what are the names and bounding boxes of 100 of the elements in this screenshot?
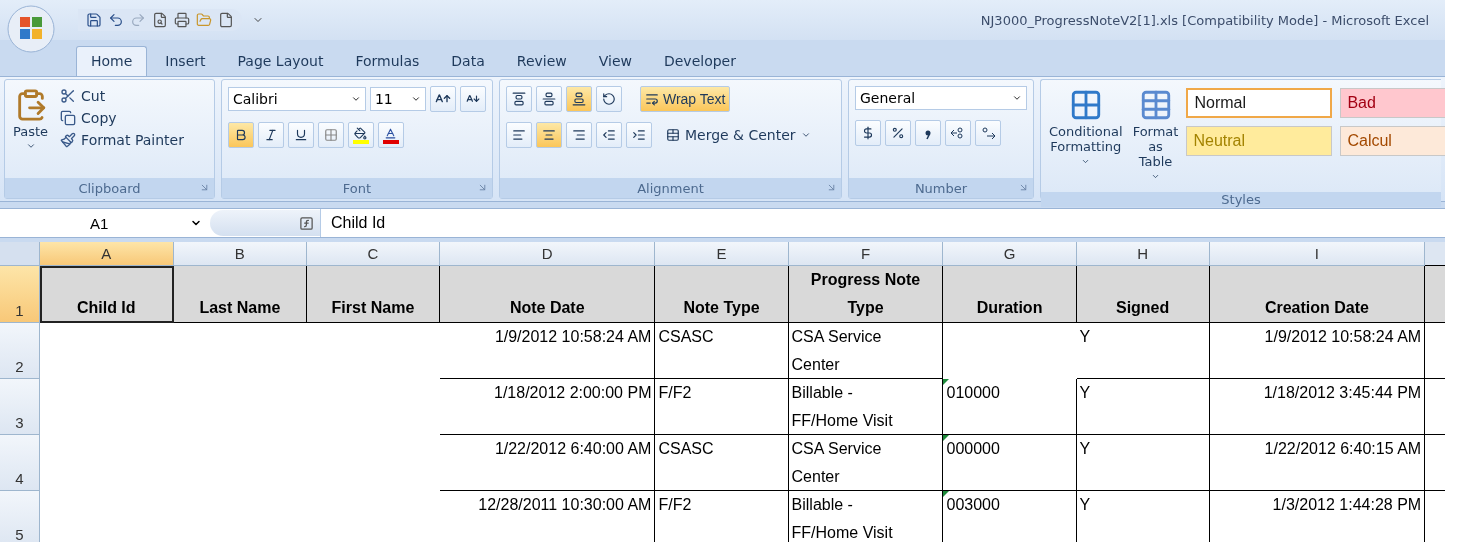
decrease-decimal-button[interactable]: [975, 120, 1001, 146]
table-cell: 000000: [943, 435, 1077, 491]
align-right-button[interactable]: [565, 122, 592, 148]
ribbon-tab[interactable]: Review: [502, 47, 581, 76]
font-size-field[interactable]: 11: [369, 87, 426, 111]
clipboard-command[interactable]: Format Painter: [56, 130, 188, 150]
italic-button[interactable]: [257, 122, 284, 148]
window-title: NJ3000_ProgressNoteV2[1].xls [Compatibility Mode] - Microsoft Excel: [980, 12, 1429, 28]
clipboard-command[interactable]: Copy: [56, 108, 188, 128]
ribbon-tab[interactable]: Page Layout: [223, 47, 338, 76]
bold-button[interactable]: [227, 122, 254, 148]
row-header[interactable]: 4: [0, 435, 40, 491]
name-box[interactable]: A1: [0, 214, 210, 232]
cell-style-swatch[interactable]: Bad: [1340, 88, 1445, 118]
group-label: Alignment: [637, 180, 704, 196]
ribbon-tab[interactable]: Formulas: [341, 47, 434, 76]
column-header[interactable]: I: [1209, 242, 1426, 266]
print-preview-icon[interactable]: [152, 12, 168, 28]
align-lines-icon: [571, 128, 586, 142]
column-heading: Last Name: [173, 266, 307, 323]
column-header[interactable]: G: [943, 242, 1077, 266]
table-cell: CSASC: [655, 435, 789, 491]
paste-button[interactable]: Paste: [11, 86, 51, 172]
cell-style-swatch[interactable]: Normal: [1186, 88, 1333, 118]
undo-icon[interactable]: [108, 12, 124, 28]
ribbon-tab[interactable]: Data: [437, 47, 499, 76]
table-cell: Billable - FF/Home Visit: [788, 491, 944, 542]
column-heading: Note Type: [655, 266, 789, 323]
indent-icon: [601, 128, 616, 142]
row-header[interactable]: 3: [0, 379, 40, 435]
column-heading: Child Id: [39, 266, 174, 323]
group-label: Number: [914, 180, 968, 196]
dollar-icon: [861, 126, 875, 140]
column-header[interactable]: C: [306, 242, 440, 266]
ribbon-tab[interactable]: Developer: [649, 47, 750, 76]
clipboard-command[interactable]: Cut: [56, 86, 188, 106]
column-header[interactable]: B: [173, 242, 307, 266]
column-header[interactable]: [1425, 242, 1445, 266]
table-cell: CSA Service Center: [788, 323, 944, 379]
column-header[interactable]: F: [788, 242, 944, 266]
row-header[interactable]: 5: [0, 491, 40, 542]
decrease-indent-button[interactable]: [595, 122, 622, 148]
grow-font-button[interactable]: [429, 86, 456, 112]
format-as-table-button[interactable]: Format as Table: [1130, 86, 1181, 186]
comma-style-button[interactable]: [915, 120, 941, 146]
wrap-text-button[interactable]: Wrap Text: [639, 86, 731, 112]
font-color-button[interactable]: [377, 122, 404, 148]
column-header[interactable]: A: [39, 242, 174, 266]
currency-button[interactable]: [855, 120, 881, 146]
column-header[interactable]: E: [655, 242, 789, 266]
error-indicator-icon: [943, 491, 950, 497]
indent-icon: [631, 128, 646, 142]
align-left-button[interactable]: [505, 122, 532, 148]
ribbon-tab[interactable]: View: [584, 47, 646, 76]
caret-icon: [1081, 157, 1091, 166]
scissors-icon: [60, 88, 77, 104]
underline-button[interactable]: [287, 122, 314, 148]
new-file-icon[interactable]: [218, 12, 234, 28]
font-name-field[interactable]: Calibri: [227, 87, 366, 111]
table-cell: CSA Service Center: [788, 435, 944, 491]
fill-color-button[interactable]: [347, 122, 374, 148]
percent-button[interactable]: [885, 120, 911, 146]
shrink-font-button[interactable]: [459, 86, 486, 112]
ribbon-tab[interactable]: Insert: [151, 47, 220, 76]
column-heading: Note Date: [440, 266, 656, 323]
formula-field[interactable]: Child Id: [320, 209, 1445, 237]
middle-align-button[interactable]: [535, 86, 562, 112]
error-indicator-icon: [943, 435, 950, 441]
cell-style-swatch[interactable]: Calcul: [1340, 126, 1445, 156]
table-cell: Billable - FF/Home Visit: [788, 379, 944, 435]
font-color-icon: [382, 126, 399, 144]
conditional-formatting-button[interactable]: Conditional Formatting: [1047, 86, 1125, 186]
borders-icon: [323, 128, 338, 142]
column-heading: Duration: [943, 266, 1077, 323]
row-header[interactable]: 1: [0, 266, 40, 323]
table-cell: [1425, 266, 1445, 323]
caret-icon: [1012, 93, 1022, 103]
column-heading: Creation Date: [1209, 266, 1426, 323]
align-lines-icon: [541, 128, 556, 142]
increase-decimal-button[interactable]: [945, 120, 971, 146]
table-cell: 1/22/2012 6:40:00 AM: [439, 435, 656, 491]
column-header[interactable]: D: [439, 242, 656, 266]
orientation-button[interactable]: [595, 86, 622, 112]
number-format-field[interactable]: General: [855, 86, 1027, 110]
top-align-button[interactable]: [505, 86, 532, 112]
center-button[interactable]: [535, 122, 562, 148]
merge-center-button[interactable]: Merge & Center: [661, 125, 815, 145]
caret-icon: [410, 94, 421, 104]
merge-icon: [665, 128, 680, 142]
column-header[interactable]: H: [1076, 242, 1210, 266]
bottom-align-button[interactable]: [565, 86, 592, 112]
rotate-icon: [601, 92, 616, 106]
save-icon[interactable]: [86, 12, 102, 28]
row-header[interactable]: 2: [0, 323, 40, 379]
ribbon-tab[interactable]: Home: [76, 46, 148, 76]
align-lines-icon: [511, 92, 526, 106]
increase-indent-button[interactable]: [625, 122, 652, 148]
group-label: Font: [342, 180, 372, 196]
printer-icon[interactable]: [174, 12, 190, 28]
insert-function-icon[interactable]: [299, 215, 314, 231]
